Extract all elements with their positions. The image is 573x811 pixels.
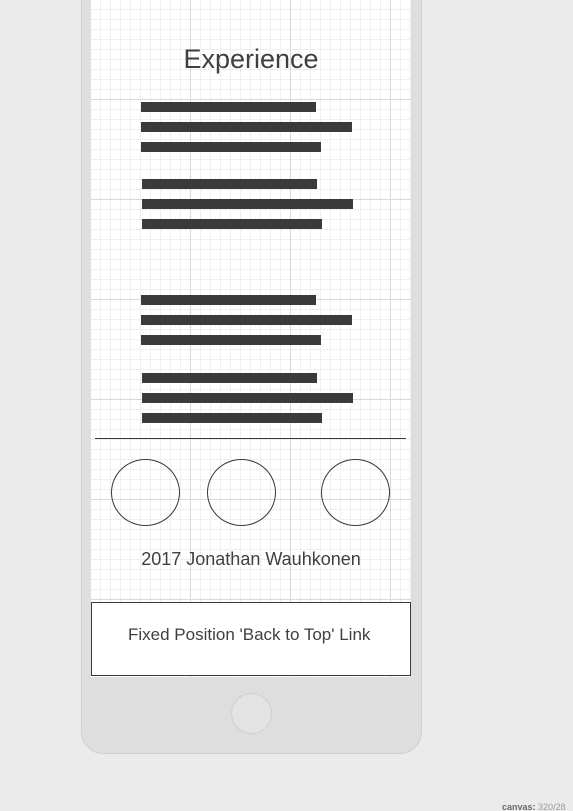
- footer-copyright: 2017 Jonathan Wauhkonen: [141, 549, 361, 569]
- text-placeholder-line: [141, 315, 352, 325]
- text-placeholder-line: [142, 179, 317, 189]
- phone-screen: Experience 2017 Jonathan Wauhkonen Fixed…: [91, 0, 411, 677]
- text-placeholder-line: [142, 413, 322, 423]
- back-to-top-link[interactable]: Fixed Position 'Back to Top' Link: [91, 602, 411, 676]
- text-placeholder-block: [141, 102, 353, 152]
- text-placeholder-block: [142, 373, 354, 423]
- text-placeholder-line: [142, 199, 353, 209]
- text-placeholder-line: [141, 142, 321, 152]
- canvas-stage: Experience 2017 Jonathan Wauhkonen Fixed…: [0, 0, 573, 811]
- text-placeholder-line: [142, 373, 317, 383]
- back-to-top-label: Fixed Position 'Back to Top' Link: [128, 625, 371, 644]
- text-placeholder-line: [141, 122, 352, 132]
- canvas-size-value: 320/28: [538, 802, 566, 811]
- canvas-size-readout: canvas: 320/28: [502, 802, 566, 811]
- section-title: Experience: [183, 44, 319, 74]
- text-placeholder-line: [141, 102, 316, 112]
- home-button[interactable]: [231, 693, 272, 734]
- text-placeholder-line: [142, 393, 353, 403]
- canvas-size-label: canvas:: [502, 802, 536, 811]
- text-placeholder-line: [141, 335, 321, 345]
- text-placeholder-block: [142, 179, 354, 229]
- text-placeholder-line: [142, 219, 322, 229]
- footer-divider: [95, 438, 406, 439]
- text-placeholder-line: [141, 295, 316, 305]
- social-link-3-icon[interactable]: [321, 459, 390, 526]
- text-placeholder-block: [141, 295, 353, 345]
- social-link-1-icon[interactable]: [111, 459, 180, 526]
- social-link-2-icon[interactable]: [207, 459, 276, 526]
